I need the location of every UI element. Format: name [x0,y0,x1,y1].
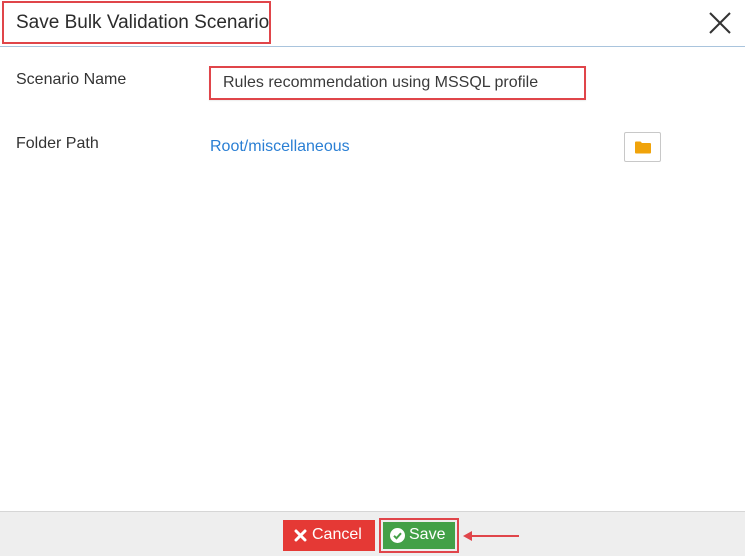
check-circle-icon [390,528,405,543]
scenario-name-label: Scenario Name [16,71,127,88]
dialog-title: Save Bulk Validation Scenario [16,12,270,33]
close-icon [709,12,731,34]
save-scenario-dialog: Save Bulk Validation Scenario Scenario N… [0,0,745,556]
folder-path-label: Folder Path [16,135,99,152]
save-button[interactable]: Save [383,522,455,549]
save-label: Save [409,526,446,543]
folder-icon [635,141,651,154]
cancel-label: Cancel [312,526,362,543]
cancel-button[interactable]: Cancel [283,520,375,551]
times-icon [294,529,307,542]
scenario-name-value: Rules recommendation using MSSQL profile [223,74,539,91]
scenario-name-input[interactable]: Rules recommendation using MSSQL profile [209,66,586,100]
browse-folder-button[interactable] [624,132,661,162]
arrow-annotation-icon [463,531,519,541]
close-button[interactable] [707,10,733,36]
folder-path-link[interactable]: Root/miscellaneous [210,138,350,156]
dialog-header: Save Bulk Validation Scenario [0,0,745,47]
